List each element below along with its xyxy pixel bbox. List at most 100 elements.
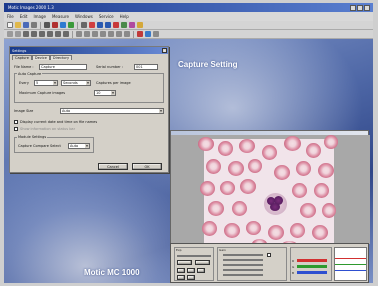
red-blood-cell [208, 201, 224, 216]
blue-channel-bar[interactable] [297, 271, 327, 274]
panel-button-7[interactable] [187, 275, 195, 280]
red-blood-cell [284, 136, 301, 151]
camera-control-panel: Exp Gain R G B [170, 243, 369, 283]
close-button[interactable] [364, 4, 370, 11]
nucleus-lobe [270, 203, 280, 211]
image-window-body [171, 135, 370, 249]
red-channel-bar[interactable] [297, 259, 327, 262]
calibrate-icon[interactable] [100, 31, 106, 37]
menu-measure[interactable]: Measure [52, 14, 69, 19]
ok-button[interactable]: OK [132, 163, 162, 170]
ellipse-icon[interactable] [39, 31, 45, 37]
table-icon[interactable] [116, 31, 122, 37]
dialog-tabs: Capture Device Directory [10, 54, 168, 60]
panel-button-6[interactable] [177, 275, 185, 280]
panel-button-5[interactable] [197, 268, 205, 273]
minimize-button[interactable] [350, 4, 356, 11]
red-blood-cell [268, 225, 284, 240]
select-icon[interactable] [15, 31, 21, 37]
panel-button-3[interactable] [177, 268, 185, 273]
menu-help[interactable]: Help [120, 14, 129, 19]
red-blood-cell [246, 221, 261, 235]
open-icon[interactable] [15, 22, 21, 28]
date-time-checkbox[interactable] [14, 120, 18, 124]
red-blood-cell [239, 139, 255, 153]
serial-number-label: Serial number : [96, 65, 123, 69]
green-channel-bar[interactable] [297, 265, 327, 268]
tab-device[interactable]: Device [31, 55, 50, 60]
color-icon[interactable] [113, 22, 119, 28]
red-blood-cell [228, 161, 244, 176]
print-icon[interactable] [31, 22, 37, 28]
adjust-icon[interactable] [68, 22, 74, 28]
microscope-image[interactable] [198, 135, 338, 249]
slider-5[interactable] [223, 274, 263, 276]
red-blood-cell [220, 181, 235, 195]
tab-capture[interactable]: Capture [12, 55, 32, 60]
dialog-close-icon[interactable]: × [162, 48, 167, 53]
dialog-title-bar: Settings × [10, 47, 168, 54]
info-icon[interactable] [137, 22, 143, 28]
window-title: Motic Images 2000 1.3 [8, 5, 54, 10]
panel-button-1[interactable] [177, 260, 192, 265]
menu-image[interactable]: Image [33, 14, 46, 19]
maximize-button[interactable] [357, 4, 363, 11]
brush-icon[interactable] [145, 31, 151, 37]
pencil-icon[interactable] [137, 31, 143, 37]
save-icon[interactable] [23, 22, 29, 28]
menu-file[interactable]: File [7, 14, 14, 19]
zoom-out-icon[interactable] [105, 22, 111, 28]
serial-number-field[interactable]: 001 [134, 64, 158, 70]
stop-icon[interactable] [89, 22, 95, 28]
gain-slider[interactable] [223, 254, 263, 256]
ruler-icon[interactable] [84, 31, 90, 37]
image-size-select[interactable]: Auto [60, 108, 164, 114]
menu-service[interactable]: Service [99, 14, 114, 19]
seconds-select[interactable]: Seconds [61, 80, 91, 86]
capture-settings-dialog: Settings × Capture Device Directory File… [9, 46, 169, 173]
tab-directory[interactable]: Directory [49, 55, 73, 60]
rect-icon[interactable] [31, 31, 37, 37]
grid-icon[interactable] [76, 31, 82, 37]
every-field[interactable]: 5 [34, 80, 58, 86]
line-icon[interactable] [23, 31, 29, 37]
captures-per-image-label: Captures per image [96, 81, 131, 85]
slider-3[interactable] [223, 264, 263, 266]
slider-4[interactable] [223, 269, 263, 271]
panel-button-4[interactable] [187, 268, 195, 273]
eraser-icon[interactable] [153, 31, 159, 37]
polygon-icon[interactable] [47, 31, 53, 37]
menu-edit[interactable]: Edit [20, 14, 28, 19]
max-capture-field[interactable]: 10 [94, 90, 116, 96]
every-label: Every [19, 81, 29, 85]
export-icon[interactable] [108, 31, 114, 37]
arrow-icon[interactable] [7, 31, 13, 37]
filter-icon[interactable] [129, 22, 135, 28]
red-blood-cell [232, 201, 247, 216]
red-blood-cell [240, 179, 256, 194]
record-icon[interactable] [52, 22, 58, 28]
count-icon[interactable] [92, 31, 98, 37]
text-icon[interactable] [63, 31, 69, 37]
menu-windows[interactable]: Windows [75, 14, 93, 19]
zoom-in-icon[interactable] [97, 22, 103, 28]
chart-icon[interactable] [124, 31, 130, 37]
cut-icon[interactable] [81, 22, 87, 28]
new-icon[interactable] [7, 22, 13, 28]
panel-button-2[interactable] [195, 260, 210, 265]
palette-icon[interactable] [121, 22, 127, 28]
capture-icon[interactable] [44, 22, 50, 28]
image-size-label: Image Size [14, 109, 34, 113]
file-name-field[interactable]: Capture [39, 64, 87, 70]
red-blood-cell [314, 183, 329, 198]
angle-icon[interactable] [55, 31, 61, 37]
slider-2[interactable] [223, 259, 263, 261]
exposure-slider[interactable] [177, 255, 211, 257]
date-time-label: Display current date and time on file na… [20, 120, 98, 124]
red-blood-cell [290, 223, 305, 238]
cancel-button[interactable]: Cancel [98, 163, 128, 170]
module-select[interactable]: Auto [68, 143, 90, 149]
status-info-checkbox[interactable] [14, 127, 18, 131]
preview-icon[interactable] [60, 22, 66, 28]
gain-checkbox[interactable] [267, 253, 271, 257]
